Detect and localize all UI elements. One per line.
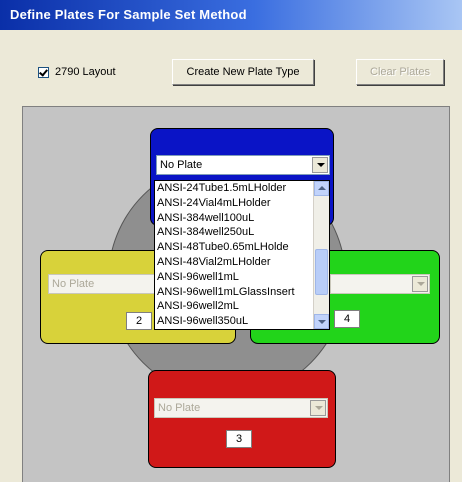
slot-3-plate-value: No Plate xyxy=(158,402,201,414)
slot-1-plate-select[interactable]: No Plate xyxy=(156,155,330,175)
slot-3-number: 3 xyxy=(226,430,252,448)
scroll-up-icon[interactable] xyxy=(314,181,329,196)
slot-4-number: 4 xyxy=(334,310,360,328)
slot-1-plate-value: No Plate xyxy=(160,159,203,171)
dropdown-scrollbar[interactable] xyxy=(313,181,329,329)
dropdown-items: ANSI-24Tube1.5mLHolder ANSI-24Vial4mLHol… xyxy=(155,181,329,329)
create-new-plate-type-button[interactable]: Create New Plate Type xyxy=(172,59,314,85)
dropdown-item[interactable]: ANSI-96well2mL xyxy=(155,299,311,314)
layout-checkbox[interactable] xyxy=(38,66,49,78)
slot-2-plate-value: No Plate xyxy=(52,278,95,290)
slot-2-number: 2 xyxy=(126,312,152,330)
layout-checkbox-label: 2790 Layout xyxy=(55,66,116,78)
dropdown-item[interactable]: ANSI-384well250uL xyxy=(155,225,311,240)
slot-2-plate-select: No Plate xyxy=(48,274,168,294)
dropdown-item[interactable]: ANSI-96well1mL xyxy=(155,270,311,285)
dropdown-item[interactable]: ANSI-384well100uL xyxy=(155,211,311,226)
scroll-thumb[interactable] xyxy=(315,249,328,295)
chevron-down-icon xyxy=(412,276,428,292)
dropdown-item[interactable]: ANSI-96well1mLGlassInsert xyxy=(155,285,311,300)
dropdown-item[interactable]: ANSI-96well350uL xyxy=(155,314,311,329)
plate-type-dropdown-list[interactable]: ANSI-24Tube1.5mLHolder ANSI-24Vial4mLHol… xyxy=(154,180,330,330)
dropdown-item[interactable]: ANSI-48Tube0.65mLHolde xyxy=(155,240,311,255)
chevron-down-icon xyxy=(310,400,326,416)
window-title: Define Plates For Sample Set Method xyxy=(0,0,462,30)
dropdown-item[interactable]: ANSI-24Vial4mLHolder xyxy=(155,196,311,211)
slot-3-plate-select: No Plate xyxy=(154,398,328,418)
layout-checkbox-group[interactable]: 2790 Layout xyxy=(38,66,116,78)
dropdown-item[interactable]: ANSI-24Tube1.5mLHolder xyxy=(155,181,311,196)
chevron-down-icon[interactable] xyxy=(312,157,328,173)
plate-slot-3 xyxy=(148,370,336,468)
clear-plates-button: Clear Plates xyxy=(356,59,444,85)
dropdown-item[interactable]: ANSI-48Vial2mLHolder xyxy=(155,255,311,270)
slot-4-plate-select xyxy=(330,274,430,294)
scroll-down-icon[interactable] xyxy=(314,314,329,329)
